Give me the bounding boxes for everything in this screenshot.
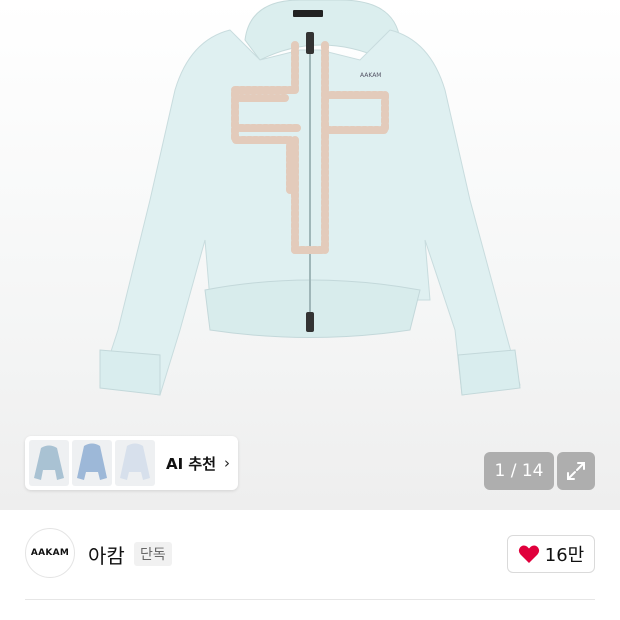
product-image[interactable]: AAKAM xyxy=(0,0,620,510)
like-button[interactable]: 16만 xyxy=(507,535,595,573)
recommend-thumb-1[interactable] xyxy=(29,440,69,486)
brand-logo[interactable]: AAKAM xyxy=(25,528,75,578)
divider xyxy=(25,599,595,600)
heart-icon xyxy=(518,545,539,563)
image-counter: 1 / 14 xyxy=(484,452,554,490)
expand-button[interactable] xyxy=(557,452,595,490)
expand-icon xyxy=(567,462,585,480)
ai-recommend-chip[interactable]: AI 추천 › xyxy=(25,436,238,490)
svg-text:AAKAM: AAKAM xyxy=(360,72,382,79)
brand-name[interactable]: 아캄 xyxy=(88,540,125,569)
exclusive-badge: 단독 xyxy=(134,542,172,566)
brand-row: AAKAM 아캄 단독 16만 xyxy=(0,510,620,600)
recommend-thumb-2[interactable] xyxy=(72,440,112,486)
like-count: 16만 xyxy=(544,545,585,566)
ai-recommend-label: AI 추천 xyxy=(166,454,217,473)
chevron-right-icon: › xyxy=(224,454,231,472)
hoodie-illustration: AAKAM xyxy=(99,0,521,396)
recommend-thumb-3[interactable] xyxy=(115,440,155,486)
